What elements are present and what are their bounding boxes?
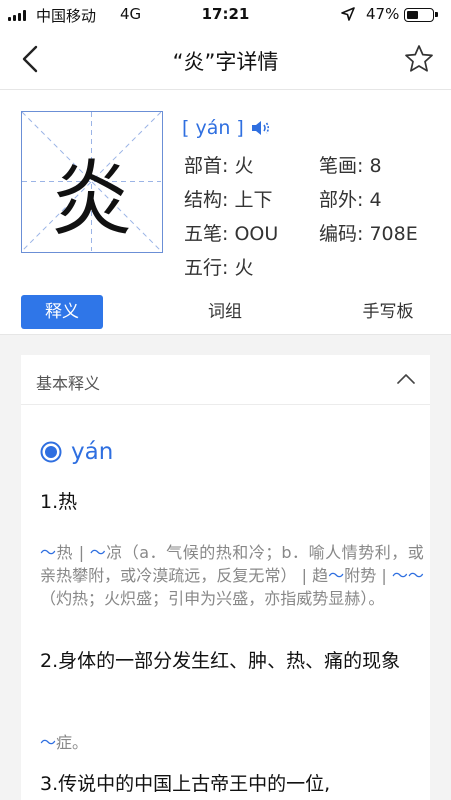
tab-bar: 释义 词组 手写板 [0, 290, 451, 335]
radio-selected-icon [40, 441, 62, 463]
character-grid-box: 炎 [21, 111, 163, 253]
code-info: 编码: 708E [319, 223, 418, 245]
tab-phrases[interactable]: 词组 [185, 295, 265, 329]
wubi-info: 五笔: OOU [184, 223, 279, 245]
definition-heading-1: 1.热 [40, 491, 78, 513]
star-outline-icon[interactable] [403, 43, 435, 75]
definition-heading-3: 3.传说中的中国上古帝王中的一位, [40, 773, 331, 795]
definition-card-header[interactable]: 基本释义 [21, 355, 430, 405]
chevron-up-icon[interactable] [395, 371, 417, 387]
definition-pinyin-row: yán [40, 439, 113, 465]
definition-card: 基本释义 yán 1.热 ～热 | ～凉（a．气候的热和冷；b．喻人情势利，或亲… [21, 355, 430, 800]
strokes-info: 笔画: 8 [319, 155, 382, 177]
radical-info: 部首: 火 [184, 155, 254, 177]
tab-handwriting[interactable]: 手写板 [348, 295, 428, 329]
structure-info: 结构: 上下 [184, 189, 273, 211]
tab-definition[interactable]: 释义 [21, 295, 103, 329]
page-title: “炎”字详情 [172, 50, 279, 74]
definition-heading-2: 2.身体的一部分发生红、肿、热、痛的现象 [40, 650, 401, 672]
character-glyph: 炎 [50, 152, 133, 247]
section-title: 基本释义 [36, 374, 101, 393]
status-bar: 中国移动 4G 17:21 47% [0, 0, 451, 30]
pinyin-row: [ yán ] [182, 117, 272, 139]
definition-pinyin: yán [71, 439, 114, 465]
outside-strokes-info: 部外: 4 [319, 189, 382, 211]
battery-percent: 47% [366, 5, 400, 23]
speaker-icon[interactable] [250, 118, 272, 138]
definition-example-1: ～热 | ～凉（a．气候的热和冷；b．喻人情势利，或亲热攀附，或冷漠疏远，反复无… [40, 543, 424, 608]
character-pinyin: [ yán ] [182, 117, 244, 139]
five-elements-info: 五行: 火 [184, 257, 254, 279]
definition-example-2: ～症。 [40, 733, 89, 752]
navigation-bar: “炎”字详情 [0, 30, 451, 90]
battery-icon [404, 8, 438, 22]
location-arrow-icon [341, 7, 355, 21]
